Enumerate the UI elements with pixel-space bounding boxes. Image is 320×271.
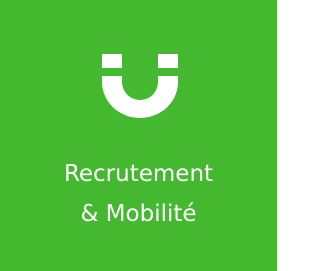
recrutement-mobilite-tile[interactable]: Recrutement & Mobilité [0,0,277,271]
magnet-u-icon [102,54,178,118]
tile-label-line2: & Mobilité [80,201,197,227]
tile-label-line1: Recrutement [63,161,214,187]
tile-label: Recrutement & Mobilité [0,154,277,234]
